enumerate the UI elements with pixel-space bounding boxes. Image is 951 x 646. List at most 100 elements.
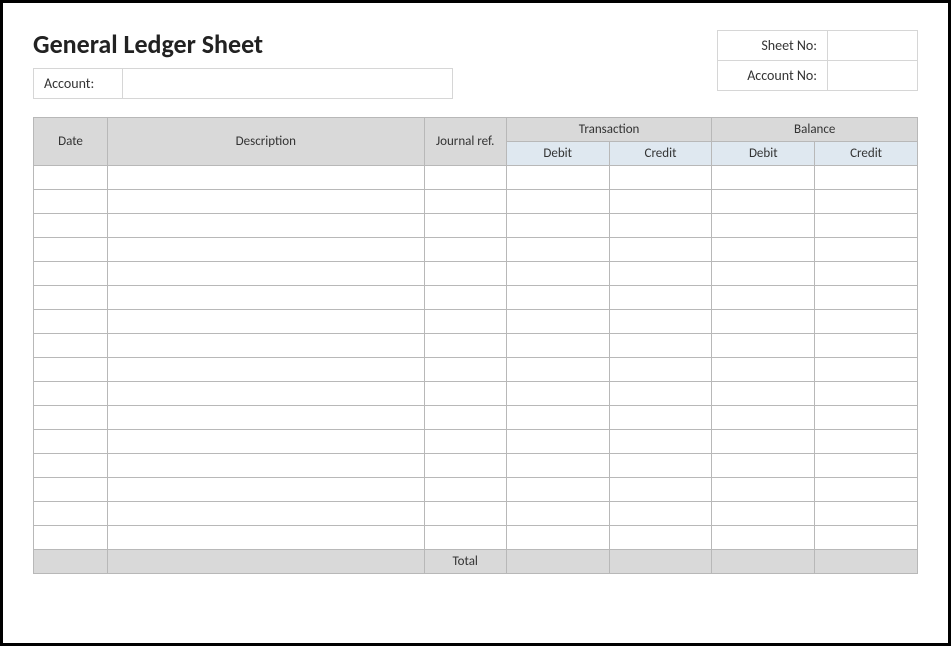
cell-date[interactable] bbox=[34, 502, 108, 526]
cell-description[interactable] bbox=[108, 166, 425, 190]
cell-t-credit[interactable] bbox=[609, 286, 712, 310]
cell-date[interactable] bbox=[34, 334, 108, 358]
cell-b-debit[interactable] bbox=[712, 310, 815, 334]
cell-date[interactable] bbox=[34, 286, 108, 310]
cell-t-debit[interactable] bbox=[506, 166, 609, 190]
cell-b-credit[interactable] bbox=[815, 238, 918, 262]
cell-b-credit[interactable] bbox=[815, 430, 918, 454]
cell-t-debit[interactable] bbox=[506, 502, 609, 526]
sheet-no-input[interactable] bbox=[828, 31, 918, 61]
cell-t-debit[interactable] bbox=[506, 334, 609, 358]
cell-b-credit[interactable] bbox=[815, 214, 918, 238]
cell-t-credit[interactable] bbox=[609, 430, 712, 454]
cell-b-credit[interactable] bbox=[815, 166, 918, 190]
account-input[interactable] bbox=[123, 68, 453, 99]
cell-description[interactable] bbox=[108, 478, 425, 502]
cell-date[interactable] bbox=[34, 238, 108, 262]
cell-journal-ref[interactable] bbox=[424, 190, 506, 214]
cell-b-debit[interactable] bbox=[712, 454, 815, 478]
cell-journal-ref[interactable] bbox=[424, 262, 506, 286]
cell-description[interactable] bbox=[108, 406, 425, 430]
cell-t-credit[interactable] bbox=[609, 478, 712, 502]
cell-t-debit[interactable] bbox=[506, 238, 609, 262]
cell-description[interactable] bbox=[108, 214, 425, 238]
cell-description[interactable] bbox=[108, 262, 425, 286]
cell-date[interactable] bbox=[34, 526, 108, 550]
cell-b-credit[interactable] bbox=[815, 286, 918, 310]
cell-b-debit[interactable] bbox=[712, 358, 815, 382]
cell-t-credit[interactable] bbox=[609, 454, 712, 478]
cell-date[interactable] bbox=[34, 262, 108, 286]
cell-t-credit[interactable] bbox=[609, 334, 712, 358]
cell-t-credit[interactable] bbox=[609, 526, 712, 550]
cell-t-debit[interactable] bbox=[506, 214, 609, 238]
cell-t-credit[interactable] bbox=[609, 406, 712, 430]
cell-b-credit[interactable] bbox=[815, 478, 918, 502]
cell-journal-ref[interactable] bbox=[424, 238, 506, 262]
cell-b-debit[interactable] bbox=[712, 334, 815, 358]
cell-b-credit[interactable] bbox=[815, 406, 918, 430]
cell-t-debit[interactable] bbox=[506, 310, 609, 334]
cell-b-debit[interactable] bbox=[712, 406, 815, 430]
cell-journal-ref[interactable] bbox=[424, 358, 506, 382]
account-no-input[interactable] bbox=[828, 61, 918, 91]
cell-b-credit[interactable] bbox=[815, 190, 918, 214]
cell-date[interactable] bbox=[34, 382, 108, 406]
cell-date[interactable] bbox=[34, 430, 108, 454]
cell-t-credit[interactable] bbox=[609, 238, 712, 262]
cell-t-credit[interactable] bbox=[609, 382, 712, 406]
cell-b-credit[interactable] bbox=[815, 262, 918, 286]
cell-t-debit[interactable] bbox=[506, 430, 609, 454]
cell-journal-ref[interactable] bbox=[424, 334, 506, 358]
cell-t-credit[interactable] bbox=[609, 310, 712, 334]
cell-b-debit[interactable] bbox=[712, 190, 815, 214]
cell-journal-ref[interactable] bbox=[424, 166, 506, 190]
cell-b-credit[interactable] bbox=[815, 502, 918, 526]
cell-journal-ref[interactable] bbox=[424, 382, 506, 406]
cell-t-credit[interactable] bbox=[609, 190, 712, 214]
cell-journal-ref[interactable] bbox=[424, 430, 506, 454]
cell-journal-ref[interactable] bbox=[424, 454, 506, 478]
cell-description[interactable] bbox=[108, 382, 425, 406]
cell-b-debit[interactable] bbox=[712, 166, 815, 190]
cell-t-debit[interactable] bbox=[506, 406, 609, 430]
cell-description[interactable] bbox=[108, 310, 425, 334]
cell-date[interactable] bbox=[34, 310, 108, 334]
cell-b-debit[interactable] bbox=[712, 382, 815, 406]
cell-date[interactable] bbox=[34, 358, 108, 382]
cell-b-credit[interactable] bbox=[815, 382, 918, 406]
cell-b-credit[interactable] bbox=[815, 334, 918, 358]
cell-b-debit[interactable] bbox=[712, 238, 815, 262]
cell-journal-ref[interactable] bbox=[424, 526, 506, 550]
cell-description[interactable] bbox=[108, 286, 425, 310]
cell-b-debit[interactable] bbox=[712, 478, 815, 502]
cell-t-credit[interactable] bbox=[609, 358, 712, 382]
cell-description[interactable] bbox=[108, 526, 425, 550]
cell-t-credit[interactable] bbox=[609, 262, 712, 286]
cell-description[interactable] bbox=[108, 454, 425, 478]
cell-date[interactable] bbox=[34, 454, 108, 478]
cell-b-credit[interactable] bbox=[815, 454, 918, 478]
cell-description[interactable] bbox=[108, 190, 425, 214]
cell-b-debit[interactable] bbox=[712, 430, 815, 454]
cell-date[interactable] bbox=[34, 406, 108, 430]
cell-b-debit[interactable] bbox=[712, 286, 815, 310]
cell-description[interactable] bbox=[108, 334, 425, 358]
cell-t-debit[interactable] bbox=[506, 454, 609, 478]
cell-t-debit[interactable] bbox=[506, 358, 609, 382]
cell-description[interactable] bbox=[108, 430, 425, 454]
cell-t-debit[interactable] bbox=[506, 526, 609, 550]
cell-t-debit[interactable] bbox=[506, 190, 609, 214]
cell-description[interactable] bbox=[108, 358, 425, 382]
cell-journal-ref[interactable] bbox=[424, 310, 506, 334]
cell-t-debit[interactable] bbox=[506, 478, 609, 502]
cell-b-credit[interactable] bbox=[815, 310, 918, 334]
cell-date[interactable] bbox=[34, 166, 108, 190]
cell-t-debit[interactable] bbox=[506, 382, 609, 406]
cell-b-credit[interactable] bbox=[815, 358, 918, 382]
cell-t-credit[interactable] bbox=[609, 502, 712, 526]
cell-date[interactable] bbox=[34, 190, 108, 214]
cell-journal-ref[interactable] bbox=[424, 478, 506, 502]
cell-journal-ref[interactable] bbox=[424, 286, 506, 310]
cell-date[interactable] bbox=[34, 478, 108, 502]
